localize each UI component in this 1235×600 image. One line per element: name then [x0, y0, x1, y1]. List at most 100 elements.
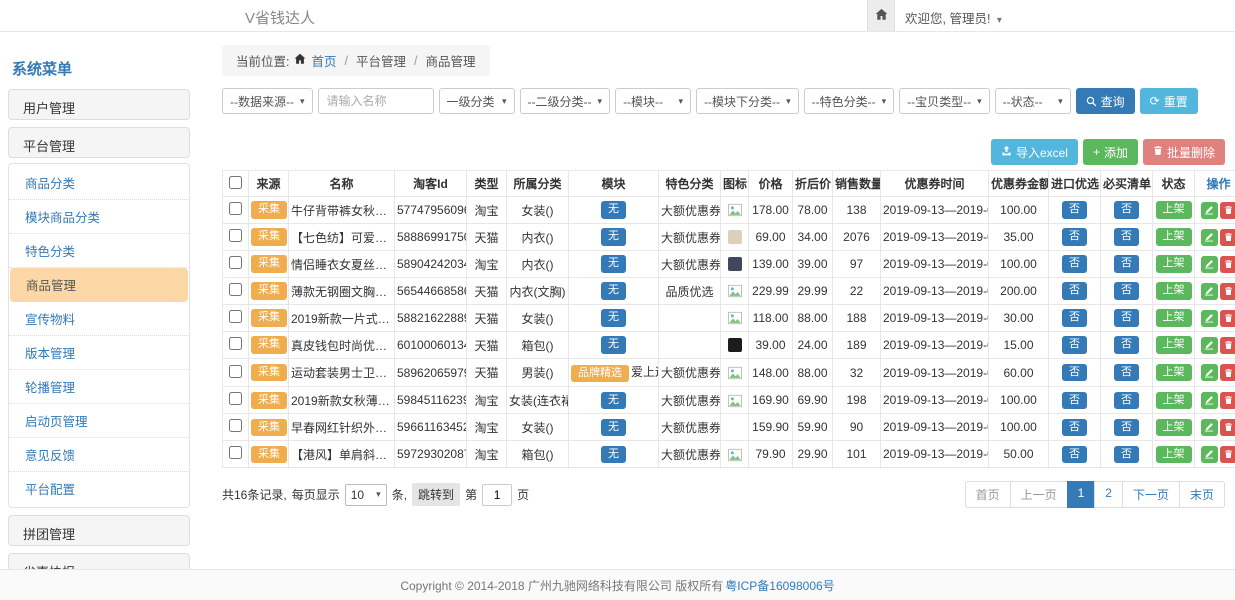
caret-down-icon: ▾ [786, 96, 791, 107]
sidebar-item[interactable]: 启动页管理 [9, 404, 189, 438]
breadcrumb-home-link[interactable]: 首页 [311, 51, 336, 70]
must-buy-badge: 否 [1114, 364, 1139, 381]
table-row: 采集【港风】单肩斜跨链条...597293020870淘宝箱包()无大额优惠券7… [223, 441, 1235, 468]
filter-select[interactable]: --模块下分类-- ▾ [696, 88, 799, 114]
row-checkbox[interactable] [229, 392, 242, 405]
delete-button[interactable] [1220, 364, 1235, 381]
page-button[interactable]: 1 [1067, 481, 1096, 508]
edit-button[interactable] [1201, 337, 1218, 354]
table-row: 采集牛仔背带裤女秋装减龄...577479560965淘宝女装()无大额优惠券1… [223, 197, 1235, 224]
status-badge: 上架 [1156, 364, 1192, 381]
per-page-label: 每页显示 [292, 486, 340, 503]
delete-button[interactable] [1220, 229, 1235, 246]
page-button[interactable]: 下一页 [1122, 481, 1180, 508]
table-cell: 早春网红针织外套女春... [289, 414, 395, 441]
delete-button[interactable] [1220, 337, 1235, 354]
filter-select[interactable]: --宝贝类型--▾ [899, 88, 990, 114]
module-badge: 无 [601, 309, 626, 326]
filter-select[interactable]: --状态--▾ [995, 88, 1071, 114]
row-checkbox[interactable] [229, 283, 242, 296]
row-checkbox[interactable] [229, 229, 242, 242]
status-badge: 上架 [1156, 446, 1192, 463]
table-cell [1195, 305, 1235, 332]
delete-button[interactable] [1220, 283, 1235, 300]
caret-down-icon: ▾ [300, 96, 305, 107]
sidebar-group[interactable]: 平台管理 [8, 127, 190, 158]
page-button[interactable]: 上一页 [1010, 481, 1068, 508]
table-cell: 无 [569, 224, 659, 251]
table-cell: 上架 [1153, 359, 1195, 387]
table-cell: 采集 [249, 414, 289, 441]
delete-button[interactable] [1220, 256, 1235, 273]
per-page-select[interactable]: 10 ▾ [345, 484, 387, 506]
page-button[interactable]: 末页 [1179, 481, 1225, 508]
filter-select[interactable]: --特色分类--▾ [804, 88, 895, 114]
home-button[interactable] [867, 0, 895, 31]
filter-select-label: --模块下分类-- [704, 93, 780, 110]
edit-button[interactable] [1201, 310, 1218, 327]
filter-select[interactable]: --模块--▾ [615, 88, 691, 114]
sidebar-item[interactable]: 商品分类 [9, 166, 189, 200]
sidebar-item[interactable]: 特色分类 [9, 234, 189, 268]
table-cell: 女装() [507, 197, 569, 224]
page-button[interactable]: 首页 [965, 481, 1011, 508]
row-checkbox[interactable] [229, 202, 242, 215]
edit-button[interactable] [1201, 256, 1218, 273]
filter-select[interactable]: --数据来源--▾ [222, 88, 313, 114]
must-buy-badge: 否 [1114, 255, 1139, 272]
page-jump-input[interactable] [482, 484, 512, 506]
sidebar-item[interactable]: 意见反馈 [9, 438, 189, 472]
sidebar-item[interactable]: 平台配置 [9, 472, 189, 505]
row-checkbox[interactable] [229, 419, 242, 432]
sidebar-item[interactable]: 宣传物料 [9, 302, 189, 336]
row-checkbox[interactable] [229, 310, 242, 323]
batch-delete-label: 批量删除 [1167, 144, 1215, 161]
product-name-input[interactable] [318, 88, 434, 114]
table-cell: 薄款无钢圈文胸聚拢性... [289, 278, 395, 305]
edit-button[interactable] [1201, 364, 1218, 381]
table-cell: 【港风】单肩斜跨链条... [289, 441, 395, 468]
jump-button[interactable]: 跳转到 [412, 483, 460, 506]
sidebar-item-active[interactable]: 商品管理 [10, 268, 188, 302]
column-header: 特色分类 [659, 171, 721, 197]
edit-button[interactable] [1201, 229, 1218, 246]
row-checkbox[interactable] [229, 256, 242, 269]
select-all-checkbox[interactable] [229, 176, 242, 189]
table-cell: 女装() [507, 414, 569, 441]
edit-icon [1204, 259, 1214, 269]
query-button[interactable]: 查询 [1076, 88, 1135, 114]
sidebar-group[interactable]: 用户管理 [8, 89, 190, 120]
sidebar-item[interactable]: 版本管理 [9, 336, 189, 370]
delete-button[interactable] [1220, 419, 1235, 436]
icp-link[interactable]: 粤ICP备16098006号 [725, 577, 834, 594]
table-cell: 上架 [1153, 197, 1195, 224]
delete-button[interactable] [1220, 310, 1235, 327]
import-excel-button[interactable]: 导入excel [991, 139, 1078, 165]
edit-icon [1204, 313, 1214, 323]
delete-button[interactable] [1220, 392, 1235, 409]
edit-button[interactable] [1201, 446, 1218, 463]
row-checkbox[interactable] [229, 446, 242, 459]
edit-button[interactable] [1201, 419, 1218, 436]
page-button[interactable]: 2 [1094, 481, 1123, 508]
reset-button[interactable]: ⟳重置 [1140, 88, 1198, 114]
sidebar-item[interactable]: 轮播管理 [9, 370, 189, 404]
filter-select[interactable]: --二级分类--▾ [520, 88, 611, 114]
edit-button[interactable] [1201, 392, 1218, 409]
table-cell: 2019-09-13—2019-09-20 [881, 251, 989, 278]
edit-button[interactable] [1201, 202, 1218, 219]
delete-button[interactable] [1220, 446, 1235, 463]
delete-button[interactable] [1220, 202, 1235, 219]
row-checkbox[interactable] [229, 365, 242, 378]
filter-select[interactable]: 一级分类▾ [439, 88, 515, 114]
add-button[interactable]: + 添加 [1083, 139, 1138, 165]
table-cell: 否 [1101, 224, 1153, 251]
row-checkbox[interactable] [229, 337, 242, 350]
user-menu[interactable]: 欢迎您, 管理员! ▾ [905, 8, 1002, 27]
edit-button[interactable] [1201, 283, 1218, 300]
batch-delete-button[interactable]: 批量删除 [1143, 139, 1225, 165]
table-cell: 上架 [1153, 441, 1195, 468]
sidebar-item[interactable]: 模块商品分类 [9, 200, 189, 234]
table-cell: 否 [1101, 332, 1153, 359]
sidebar-group[interactable]: 拼团管理 [8, 515, 190, 546]
